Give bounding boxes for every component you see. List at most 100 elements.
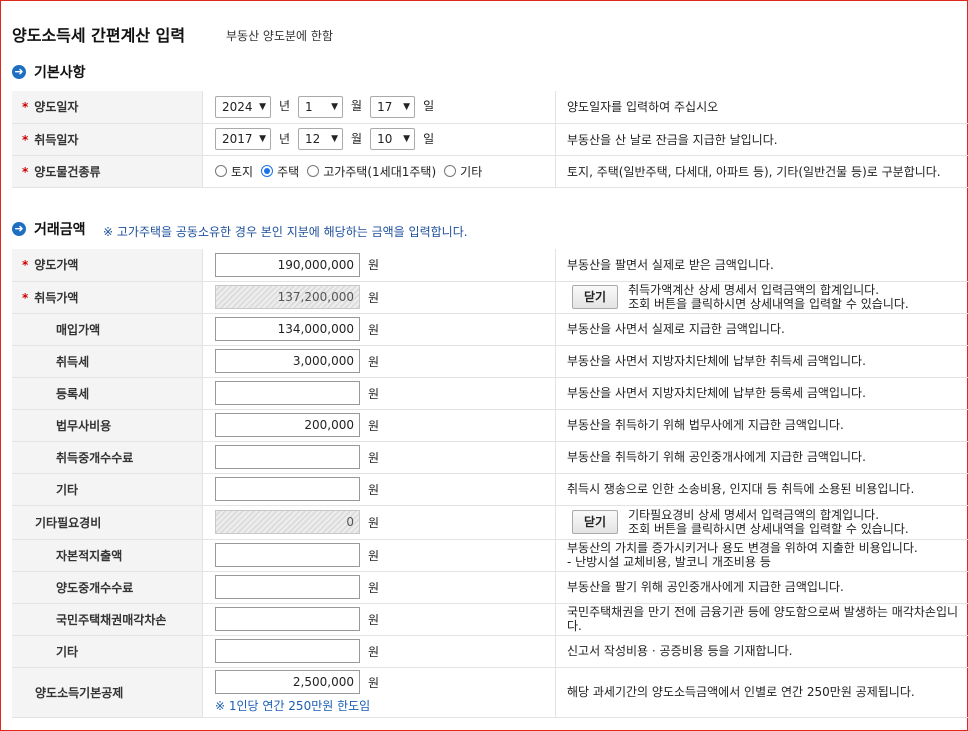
currency-unit: 원 — [368, 515, 380, 530]
close-detail-button[interactable]: 닫기 — [572, 285, 619, 309]
amount-control-cell: 원 — [202, 571, 556, 604]
amount-input-wrap: 원 — [215, 607, 555, 631]
amount-row: * 취득가액 137,200,000 원 닫기 취득가액계산 상세 명세서 입력금액의 합… — [12, 281, 968, 314]
close-detail-button[interactable]: 닫기 — [572, 510, 619, 534]
currency-unit: 원 — [368, 354, 380, 369]
amount-label-cell: 취득세 — [12, 345, 203, 378]
currency-unit: 원 — [368, 258, 380, 273]
acquire-date-label-cell: * 취득일자 — [12, 123, 203, 156]
amount-desc-text: 신고서 작성비용 · 공증비용 등을 기재합니다. — [567, 644, 968, 658]
amount-label: 기타 — [56, 644, 79, 659]
property-type-option-label[interactable]: 고가주택(1세대1주택) — [323, 165, 436, 179]
amount-label-cell: * 취득가액 — [12, 281, 203, 314]
amount-desc-text: 부동산을 사면서 지방자치단체에 납부한 취득세 금액입니다. — [567, 354, 968, 368]
transfer-date-label: 양도일자 — [34, 100, 79, 115]
amount-control-cell: 원 — [202, 603, 556, 636]
amount-desc-cell: 부동산의 가치를 증가시키거나 용도 변경을 위하여 지출한 비용입니다. - 난… — [555, 539, 968, 572]
transfer-date-control-cell: 2024 ▼ 년 1 ▼ 월 17 ▼ 일 — [202, 91, 556, 124]
acquire-day-select[interactable]: 10 ▼ — [370, 128, 416, 150]
amount-row: 기타 원 신고서 작성비용 · 공증비용 등을 기재합니다. — [12, 635, 968, 668]
month-unit: 월 — [351, 131, 363, 146]
amount-label-cell: 양도중개수수료 — [12, 571, 203, 604]
acquire-month-select[interactable]: 12 ▼ — [298, 128, 344, 150]
chevron-down-icon: ▼ — [403, 101, 411, 112]
amount-control-cell: 원 — [202, 635, 556, 668]
month-unit: 월 — [351, 99, 363, 114]
amount-desc-cell: 부동산을 취득하기 위해 공인중개사에게 지급한 금액입니다. — [555, 441, 968, 474]
amount-desc-cell: 부동산을 취득하기 위해 법무사에게 지급한 금액입니다. — [555, 409, 968, 442]
amount-label-cell: 양도소득기본공제 — [12, 667, 203, 718]
amount-label-cell: 취득중개수수료 — [12, 441, 203, 474]
amount-row: 양도중개수수료 원 부동산을 팔기 위해 공인중개사에게 지급한 금액입니다. — [12, 571, 968, 604]
arrow-right-circle-icon: ➜ — [12, 222, 26, 236]
acquire-year-value: 2017 — [222, 132, 253, 146]
amount-input-wrap: 원 — [215, 381, 555, 405]
acquire-date-label: 취득일자 — [34, 132, 79, 147]
amount-input[interactable] — [215, 575, 360, 599]
amount-input[interactable] — [215, 445, 360, 469]
amount-input[interactable]: 3,000,000 — [215, 349, 360, 373]
amount-input[interactable]: 190,000,000 — [215, 252, 360, 277]
acquire-year-select[interactable]: 2017 ▼ — [215, 128, 271, 150]
amount-input[interactable] — [215, 477, 360, 501]
amount-desc-cell: 해당 과세기간의 양도소득금액에서 인별로 연간 250만원 공제됩니다. — [555, 667, 968, 718]
amount-label: 자본적지출액 — [56, 548, 123, 563]
amount-input-wrap: 137,200,000 원 — [215, 285, 555, 309]
amount-input-wrap: 원 — [215, 575, 555, 599]
amount-input[interactable]: 134,000,000 — [215, 317, 360, 341]
currency-unit: 원 — [368, 322, 380, 337]
amount-desc-cell: 부동산을 사면서 지방자치단체에 납부한 등록세 금액입니다. — [555, 377, 968, 410]
page-subtitle: 부동산 양도분에 한함 — [226, 29, 333, 43]
acquire-date-control-cell: 2017 ▼ 년 12 ▼ 월 10 ▼ 일 — [202, 123, 556, 156]
amount-control-cell: 3,000,000 원 — [202, 345, 556, 378]
amount-desc-cell: 닫기 취득가액계산 상세 명세서 입력금액의 합계입니다. 조회 버튼을 클릭하시면… — [555, 281, 968, 314]
basic-info-table: * 양도일자 2024 ▼ 년 1 ▼ 월 17 ▼ 일 양도일자를 입력하여 주십시오 * 취득일… — [12, 91, 968, 188]
required-mark: * — [22, 290, 29, 305]
amount-input[interactable] — [215, 639, 360, 663]
property-type-radio-3[interactable] — [444, 165, 457, 177]
amount-desc-box: 부동산을 취득하기 위해 법무사에게 지급한 금액입니다. — [567, 418, 968, 432]
amount-desc-box: 신고서 작성비용 · 공증비용 등을 기재합니다. — [567, 644, 968, 658]
amount-desc-line: 부동산의 가치를 증가시키거나 용도 변경을 위하여 지출한 비용입니다. — [567, 541, 918, 555]
amount-input[interactable]: 200,000 — [215, 413, 360, 437]
amount-label: 양도가액 — [34, 258, 79, 273]
amount-table: * 양도가액 190,000,000 원 부동산을 팔면서 실제로 받은 금액입니다. *… — [12, 249, 968, 718]
amount-control-cell: 원 — [202, 473, 556, 506]
amount-input-wrap: 원 — [215, 445, 555, 469]
transfer-day-select[interactable]: 17 ▼ — [370, 95, 416, 118]
amount-label: 기타 — [56, 482, 79, 497]
property-type-label: 양도물건종류 — [34, 164, 101, 179]
amount-input[interactable]: 2,500,000 — [215, 670, 360, 694]
amount-desc-text: 취득시 쟁송으로 인한 소송비용, 인지대 등 취득에 소용된 비용입니다. — [567, 482, 968, 496]
amount-input[interactable] — [215, 607, 360, 631]
property-type-radio-1[interactable] — [261, 165, 274, 177]
property-type-row: * 양도물건종류 토지 주택 고가주택(1세대1주택) 기타 토지, 주택(일반주택, … — [12, 155, 968, 188]
amount-input[interactable] — [215, 381, 360, 405]
amount-desc-text: 기타필요경비 상세 명세서 입력금액의 합계입니다. 조회 버튼을 클릭하시면 상… — [628, 508, 909, 536]
amount-desc-line: 조회 버튼을 클릭하시면 상세내역을 입력할 수 있습니다. — [628, 522, 909, 536]
amount-input-wrap: 200,000 원 — [215, 413, 555, 437]
property-type-option-label[interactable]: 주택 — [277, 165, 299, 179]
property-type-radio-2[interactable] — [307, 165, 320, 177]
amount-desc-box: 부동산의 가치를 증가시키거나 용도 변경을 위하여 지출한 비용입니다. - 난… — [567, 541, 968, 569]
property-type-desc: 토지, 주택(일반주택, 다세대, 아파트 등), 기타(일반건물 등)로 구분… — [555, 155, 968, 188]
currency-unit: 원 — [368, 450, 380, 465]
amount-desc-cell: 국민주택채권을 만기 전에 금융기관 등에 양도함으로써 발생하는 매각차손입니… — [555, 603, 968, 636]
amount-desc-line: 부동산을 팔기 위해 공인중개사에게 지급한 금액입니다. — [567, 580, 844, 594]
currency-unit: 원 — [368, 612, 380, 627]
amount-desc-text: 부동산을 취득하기 위해 공인중개사에게 지급한 금액입니다. — [567, 450, 968, 464]
property-type-radio-0[interactable] — [215, 165, 227, 177]
amount-input[interactable] — [215, 543, 360, 567]
amount-label: 국민주택채권매각차손 — [56, 612, 167, 627]
amount-row: 기타필요경비 0 원 닫기 기타필요경비 상세 명세서 입력금액의 합계입니다. 조회 버… — [12, 505, 968, 540]
property-type-option-label[interactable]: 토지 — [231, 165, 253, 179]
amount-control-cell: 134,000,000 원 — [202, 313, 556, 346]
amount-desc-line: 조회 버튼을 클릭하시면 상세내역을 입력할 수 있습니다. — [628, 297, 909, 311]
amount-label-cell: 매입가액 — [12, 313, 203, 346]
amount-row: 기타 원 취득시 쟁송으로 인한 소송비용, 인지대 등 취득에 소용된 비용입니다… — [12, 473, 968, 506]
transfer-month-select[interactable]: 1 ▼ — [298, 95, 344, 118]
amount-desc-line: 해당 과세기간의 양도소득금액에서 인별로 연간 250만원 공제됩니다. — [567, 685, 915, 699]
transfer-year-select[interactable]: 2024 ▼ — [215, 95, 271, 118]
property-type-option-label[interactable]: 기타 — [460, 165, 482, 179]
amount-desc-line: 기타필요경비 상세 명세서 입력금액의 합계입니다. — [628, 508, 880, 522]
